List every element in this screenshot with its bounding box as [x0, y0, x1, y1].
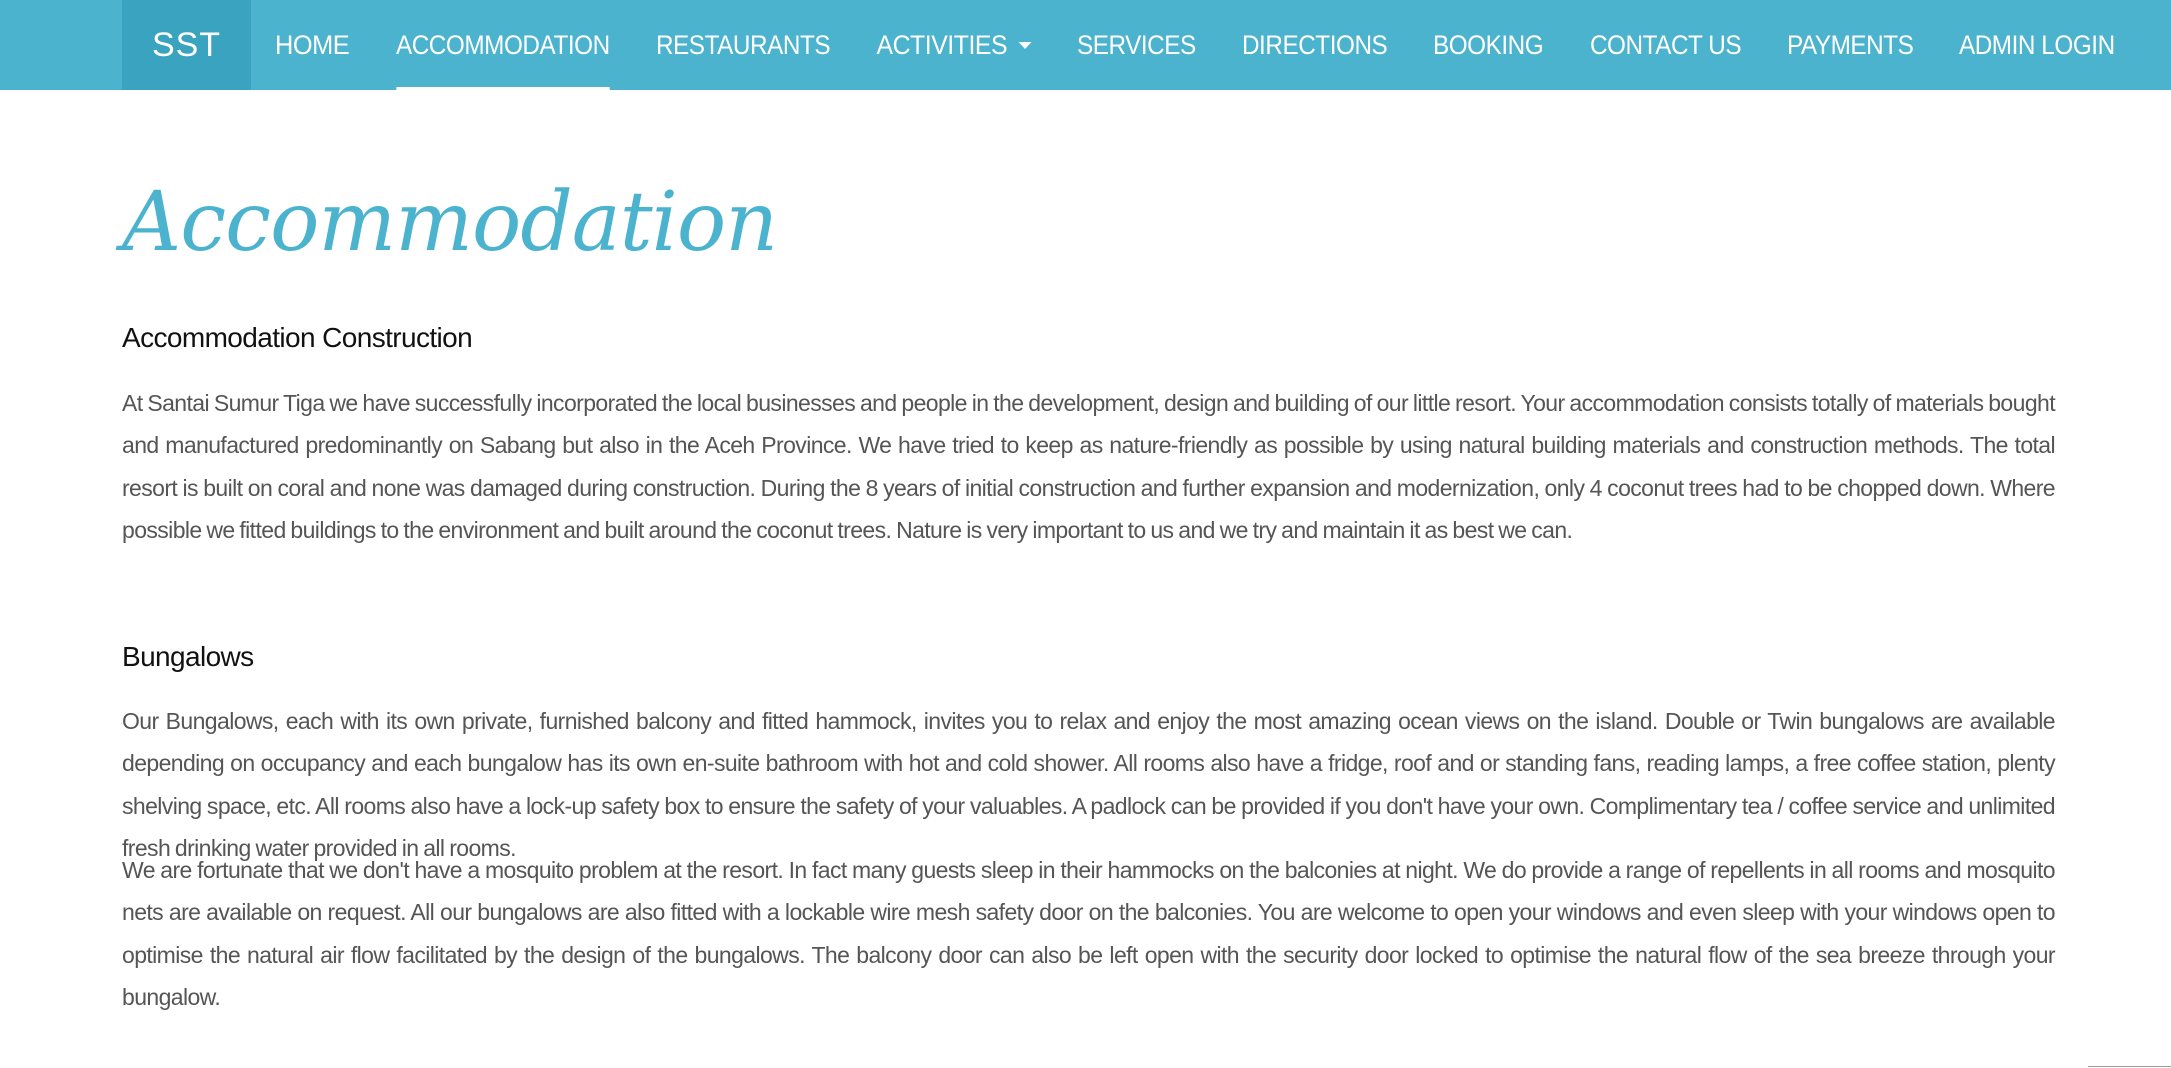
nav-menu: HOME ACCOMMODATION RESTAURANTS ACTIVITIE… — [251, 0, 2138, 90]
section-heading-construction: Accommodation Construction — [122, 322, 473, 353]
caret-down-icon — [1018, 41, 1031, 49]
nav-item-contact-us[interactable]: CONTACT US — [1567, 0, 1764, 90]
top-navbar: SST HOME ACCOMMODATION RESTAURANTS ACTIV… — [0, 0, 2171, 90]
paragraph-bungalows-features: Our Bungalows, each with its own private… — [122, 708, 2056, 861]
nav-item-label: HOME — [274, 30, 350, 60]
paragraph-construction: At Santai Sumur Tiga we have successfull… — [122, 390, 2056, 543]
nav-item-label: ACTIVITIES — [876, 30, 1008, 60]
page-title: Accommodation — [122, 175, 778, 270]
nav-item-activities-dropdown[interactable]: ACTIVITIES — [853, 0, 1055, 90]
brand-logo-link[interactable]: SST — [122, 0, 251, 90]
nav-item-label: PAYMENTS — [1786, 30, 1914, 60]
nav-item-services[interactable]: SERVICES — [1054, 0, 1219, 90]
nav-item-admin-login[interactable]: ADMIN LOGIN — [1936, 0, 2138, 90]
nav-item-label: ACCOMMODATION — [396, 30, 610, 60]
nav-item-accommodation[interactable]: ACCOMMODATION — [373, 0, 633, 90]
nav-item-label: RESTAURANTS — [655, 30, 831, 60]
nav-item-label: BOOKING — [1433, 30, 1544, 60]
nav-item-label: CONTACT US — [1589, 30, 1742, 60]
nav-item-home[interactable]: HOME — [251, 0, 373, 90]
nav-item-label: SERVICES — [1077, 30, 1197, 60]
page-corner-divider — [2088, 1066, 2171, 1067]
nav-item-label: ADMIN LOGIN — [1959, 30, 2115, 60]
nav-item-booking[interactable]: BOOKING — [1410, 0, 1566, 90]
section-heading-bungalows: Bungalows — [122, 641, 254, 672]
paragraph-bungalows-mosquito: We are fortunate that we don't have a mo… — [122, 857, 2056, 1010]
nav-item-restaurants[interactable]: RESTAURANTS — [633, 0, 853, 90]
nav-item-label: DIRECTIONS — [1242, 30, 1388, 60]
nav-item-payments[interactable]: PAYMENTS — [1764, 0, 1936, 90]
nav-item-directions[interactable]: DIRECTIONS — [1219, 0, 1410, 90]
